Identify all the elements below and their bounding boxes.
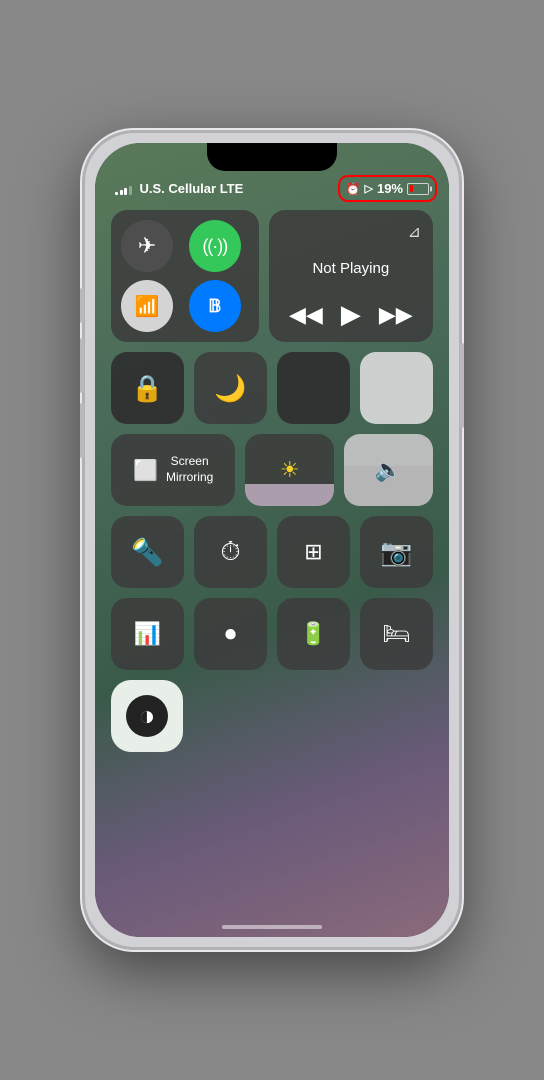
media-top: ⊿	[281, 222, 421, 242]
voice-memo-button[interactable]: 📊	[111, 598, 184, 670]
screen-rotation-button[interactable]: 🔒	[111, 352, 184, 424]
signal-bar-2	[120, 190, 123, 195]
battery-status-button[interactable]: 🔋	[277, 598, 350, 670]
signal-bars	[115, 183, 132, 195]
battery-fill	[410, 185, 413, 192]
airplane-mode-button[interactable]: ✈	[121, 220, 173, 272]
volume-slider[interactable]: 🔈	[344, 434, 433, 506]
signal-bar-1	[115, 192, 118, 195]
media-controls: ◀◀ ▶ ▶▶	[281, 299, 421, 330]
carrier-label: U.S. Cellular LTE	[140, 181, 244, 196]
brightness-fill	[245, 484, 334, 506]
rotation-lock-icon: 🔒	[131, 373, 163, 404]
phone-frame: U.S. Cellular LTE ⏰ ▷ 19%	[82, 130, 462, 950]
screen-mirror-icon: ⬜	[133, 458, 158, 483]
volume-up-button[interactable]	[80, 338, 84, 393]
volume-icon: 🔈	[375, 457, 402, 483]
cellular-data-button[interactable]: ((·))	[189, 220, 241, 272]
signal-bar-4	[129, 186, 132, 195]
volume-down-button[interactable]	[80, 403, 84, 458]
screen-record-button[interactable]: ⏺	[194, 598, 267, 670]
row-utilities-2: 📊 ⏺ 🔋 🛏	[111, 598, 433, 670]
phone-screen: U.S. Cellular LTE ⏰ ▷ 19%	[95, 143, 449, 937]
unknown-button-1[interactable]	[277, 352, 350, 424]
calculator-button[interactable]: ⊞	[277, 516, 350, 588]
flashlight-icon: 🔦	[131, 537, 163, 568]
camera-icon: 📷	[380, 537, 412, 568]
control-center-content: ✈ ((·)) 📶 𝔹	[95, 202, 449, 937]
notch	[207, 143, 337, 171]
control-center-screen: U.S. Cellular LTE ⏰ ▷ 19%	[95, 143, 449, 937]
accessibility-icon: ◑	[126, 695, 168, 737]
timer-button[interactable]: ⏱	[194, 516, 267, 588]
mute-button[interactable]	[80, 288, 84, 323]
cellular-icon: ((·))	[202, 236, 227, 257]
row-mirroring-sliders: ⬜ ScreenMirroring ☀ 🔈	[111, 434, 433, 506]
bluetooth-icon: 𝔹	[208, 296, 221, 317]
screen-record-icon: ⏺	[225, 621, 236, 647]
status-right: ⏰ ▷ 19%	[346, 181, 429, 196]
sleep-button[interactable]: 🛏	[360, 598, 433, 670]
screen-mirroring-label: ScreenMirroring	[166, 454, 213, 485]
brightness-slider[interactable]: ☀	[245, 434, 334, 506]
home-indicator[interactable]	[222, 925, 322, 929]
battery-icon	[407, 183, 429, 195]
timer-icon: ⏱	[220, 536, 240, 568]
row-connectivity-media: ✈ ((·)) 📶 𝔹	[111, 210, 433, 342]
calculator-icon: ⊞	[304, 539, 322, 565]
play-button[interactable]: ▶	[341, 299, 361, 330]
rewind-button[interactable]: ◀◀	[289, 302, 323, 328]
moon-icon: 🌙	[214, 373, 246, 404]
wifi-icon: 📶	[135, 294, 160, 319]
fastforward-button[interactable]: ▶▶	[379, 302, 413, 328]
brightness-icon: ☀	[280, 457, 300, 483]
unknown-button-2[interactable]	[360, 352, 433, 424]
screen-mirroring-button[interactable]: ⬜ ScreenMirroring	[111, 434, 235, 506]
flashlight-button[interactable]: 🔦	[111, 516, 184, 588]
media-title: Not Playing	[281, 260, 421, 277]
power-button[interactable]	[460, 343, 464, 428]
connectivity-block: ✈ ((·)) 📶 𝔹	[111, 210, 259, 342]
airplane-icon: ✈	[138, 233, 156, 259]
battery-widget-icon: 🔋	[300, 621, 327, 647]
bluetooth-button[interactable]: 𝔹	[189, 280, 241, 332]
voice-memo-icon: 📊	[134, 621, 161, 647]
airplay-icon[interactable]: ⊿	[408, 222, 421, 242]
accessibility-shortcut-button[interactable]: ◑	[111, 680, 183, 752]
row-accessibility: ◑	[111, 680, 433, 752]
bed-icon: 🛏	[383, 621, 411, 647]
signal-bar-3	[124, 188, 127, 195]
media-player-block[interactable]: ⊿ Not Playing ◀◀ ▶ ▶▶	[269, 210, 433, 342]
camera-button[interactable]: 📷	[360, 516, 433, 588]
wifi-button[interactable]: 📶	[121, 280, 173, 332]
row-utilities-1: 🔦 ⏱ ⊞ 📷	[111, 516, 433, 588]
status-left: U.S. Cellular LTE	[115, 181, 243, 196]
do-not-disturb-button[interactable]: 🌙	[194, 352, 267, 424]
row-focus-controls: 🔒 🌙	[111, 352, 433, 424]
